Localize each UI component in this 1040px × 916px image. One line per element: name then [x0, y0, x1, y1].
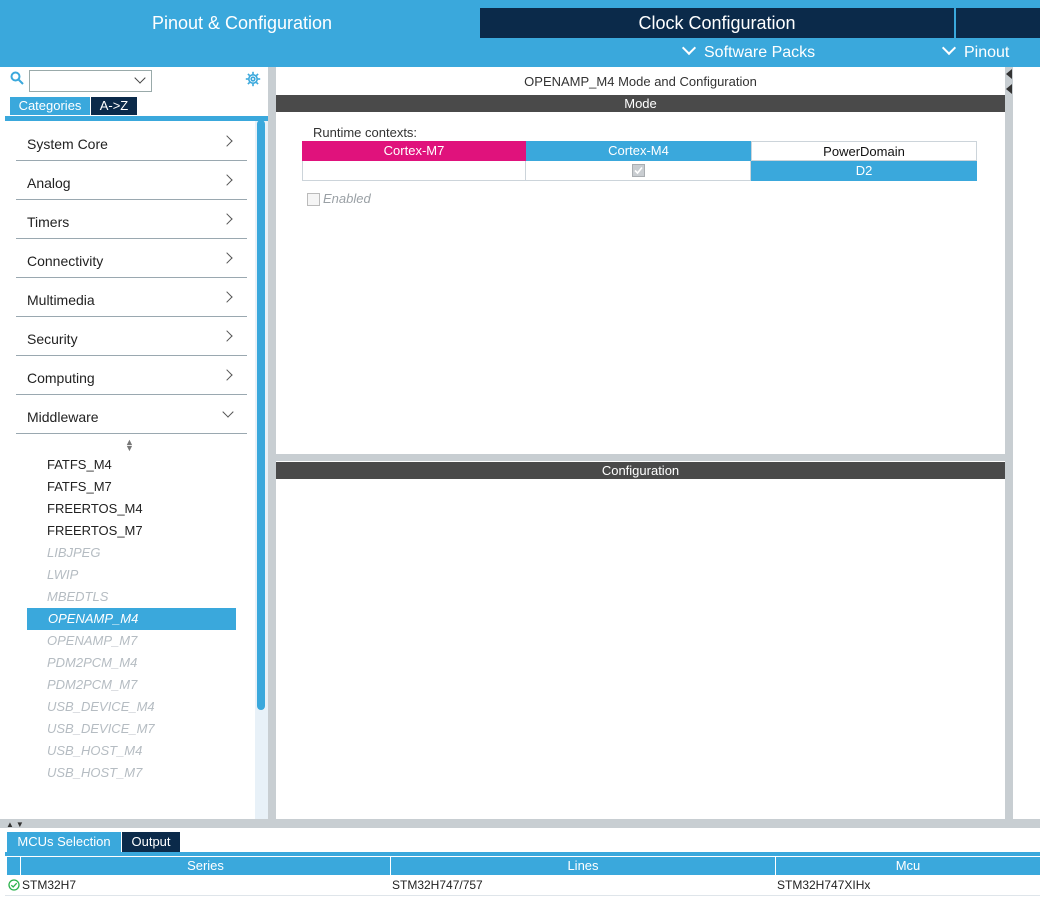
category-connectivity[interactable]: Connectivity — [16, 239, 247, 278]
middleware-item[interactable]: USB_DEVICE_M7 — [47, 718, 155, 740]
chevron-right-icon — [221, 135, 233, 147]
middleware-item-selected[interactable]: OPENAMP_M4 — [48, 608, 138, 630]
chevron-right-icon — [221, 330, 233, 342]
category-computing[interactable]: Computing — [16, 356, 247, 395]
row-divider — [5, 895, 1040, 896]
top-navigation-bar: Pinout & Configuration Clock Configurati… — [0, 0, 1040, 67]
tab-output[interactable]: Output — [122, 832, 180, 852]
tab-extra[interactable] — [956, 8, 1040, 38]
chevron-down-icon — [681, 40, 697, 56]
divider — [5, 852, 1040, 856]
context-header-power-domain: PowerDomain — [751, 141, 977, 161]
middleware-item[interactable]: USB_HOST_M4 — [47, 740, 142, 762]
enabled-label: Enabled — [323, 191, 371, 206]
category-panel: Categories A->Z System Core Analog Timer… — [5, 67, 268, 819]
table-cell-series[interactable]: STM32H7 — [22, 876, 76, 894]
middleware-item[interactable]: FATFS_M4 — [47, 454, 112, 476]
bottom-panel: MCUs Selection Output Series Lines Mcu S… — [0, 828, 1040, 916]
middleware-item[interactable]: LIBJPEG — [47, 542, 100, 564]
tab-pinout-configuration[interactable]: Pinout & Configuration — [5, 8, 479, 38]
horizontal-splitter[interactable] — [276, 454, 1005, 461]
chevron-down-icon — [222, 406, 234, 418]
check-circle-icon — [8, 878, 20, 896]
middleware-item[interactable]: FREERTOS_M7 — [47, 520, 143, 542]
category-security[interactable]: Security — [16, 317, 247, 356]
category-label: Analog — [27, 175, 71, 191]
category-analog[interactable]: Analog — [16, 161, 247, 200]
power-domain-value[interactable]: D2 — [751, 161, 977, 181]
category-label: Security — [27, 331, 78, 347]
middleware-item[interactable]: FATFS_M7 — [47, 476, 112, 498]
category-label: Connectivity — [27, 253, 104, 269]
table-header-series[interactable]: Series — [21, 857, 390, 875]
tab-mcus-selection[interactable]: MCUs Selection — [7, 832, 121, 852]
category-label: Middleware — [27, 409, 99, 425]
middleware-item[interactable]: PDM2PCM_M7 — [47, 674, 137, 696]
search-input[interactable] — [29, 70, 152, 92]
enabled-checkbox[interactable] — [307, 193, 320, 206]
category-multimedia[interactable]: Multimedia — [16, 278, 247, 317]
right-splitter[interactable] — [1005, 67, 1013, 819]
middleware-item[interactable]: PDM2PCM_M4 — [47, 652, 137, 674]
chevron-down-icon — [134, 72, 146, 84]
pinout-menu[interactable]: Pinout — [941, 40, 1010, 64]
configuration-header: Configuration — [276, 462, 1005, 479]
table-cell-mcu[interactable]: STM32H747XIHx — [777, 876, 870, 894]
chevron-right-icon — [221, 291, 233, 303]
middleware-item[interactable]: OPENAMP_M7 — [47, 630, 137, 652]
middleware-item[interactable]: FREERTOS_M4 — [47, 498, 143, 520]
table-header-mcu[interactable]: Mcu — [776, 857, 1040, 875]
middleware-item[interactable]: USB_DEVICE_M4 — [47, 696, 155, 718]
table-header-status — [7, 857, 20, 875]
sort-icon[interactable]: ▲ ▼ — [125, 438, 134, 453]
search-icon[interactable] — [10, 71, 24, 88]
context-cell-cortex-m7[interactable] — [302, 161, 526, 181]
category-timers[interactable]: Timers — [16, 200, 247, 239]
categories-view-button[interactable]: Categories — [10, 97, 90, 115]
runtime-contexts-label: Runtime contexts: — [313, 125, 418, 140]
middleware-item[interactable]: USB_HOST_M7 — [47, 762, 142, 784]
cortex-m4-checkbox[interactable] — [631, 164, 645, 177]
mode-panel: OPENAMP_M4 Mode and Configuration Mode R… — [276, 67, 1005, 454]
chevron-right-icon — [221, 174, 233, 186]
category-system-core[interactable]: System Core — [16, 122, 247, 161]
category-label: Timers — [27, 214, 70, 230]
context-cell-cortex-m4[interactable] — [526, 161, 751, 181]
middleware-item[interactable]: LWIP — [47, 564, 78, 586]
context-header-cortex-m7: Cortex-M7 — [302, 141, 526, 161]
chevron-right-icon — [221, 213, 233, 225]
divider — [5, 116, 268, 121]
vertical-splitter[interactable] — [268, 67, 276, 819]
gear-icon[interactable] — [245, 71, 261, 90]
chevron-down-icon — [941, 40, 957, 56]
category-middleware[interactable]: Middleware — [16, 395, 247, 434]
configuration-panel: Configuration — [276, 461, 1005, 819]
table-header-lines[interactable]: Lines — [391, 857, 775, 875]
az-view-button[interactable]: A->Z — [91, 97, 137, 115]
context-header-cortex-m4: Cortex-M4 — [526, 141, 751, 161]
pinout-menu-label: Pinout — [964, 44, 1010, 61]
mode-header: Mode — [276, 95, 1005, 112]
table-cell-lines[interactable]: STM32H747/757 — [392, 876, 483, 894]
chevron-right-icon — [221, 369, 233, 381]
bottom-splitter[interactable] — [0, 819, 1040, 828]
category-label: System Core — [27, 136, 108, 152]
chevron-right-icon — [221, 252, 233, 264]
page-title: OPENAMP_M4 Mode and Configuration — [524, 74, 757, 89]
software-packs-menu[interactable]: Software Packs — [681, 40, 816, 64]
category-label: Multimedia — [27, 292, 95, 308]
software-packs-label: Software Packs — [704, 44, 816, 61]
scrollbar-thumb[interactable] — [257, 120, 265, 710]
middleware-item[interactable]: MBEDTLS — [47, 586, 108, 608]
tab-clock-configuration[interactable]: Clock Configuration — [480, 8, 954, 38]
side-panel — [1013, 67, 1040, 819]
category-label: Computing — [27, 370, 95, 386]
